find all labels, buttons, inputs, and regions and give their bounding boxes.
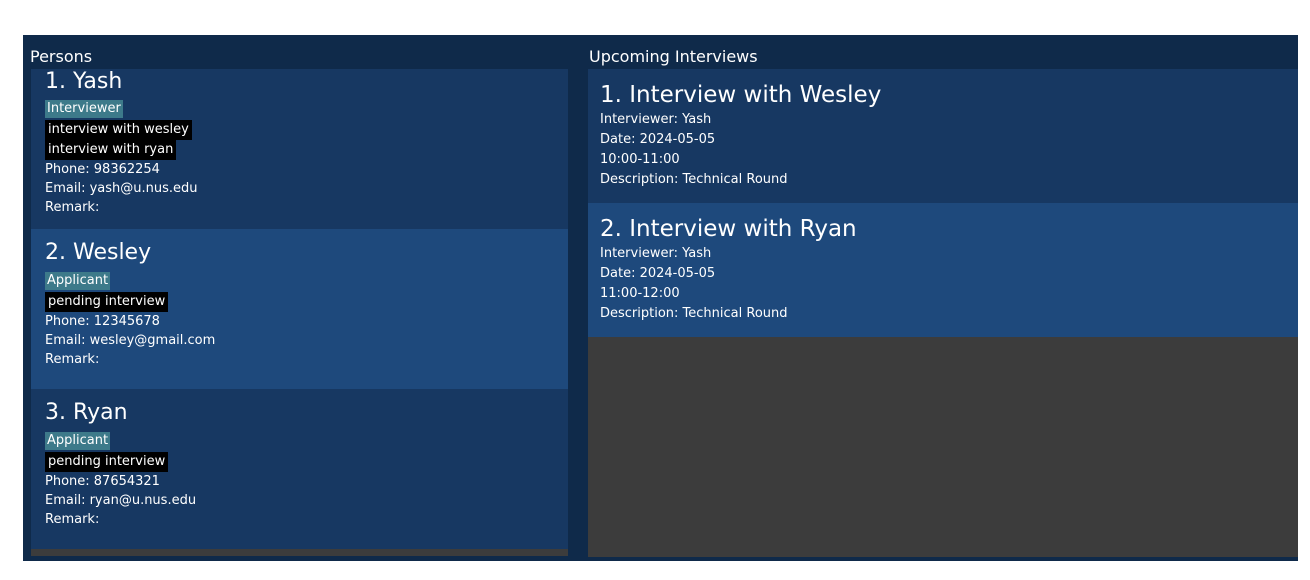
interviews-pane: Upcoming Interviews 1. Interview with We… — [582, 35, 1298, 561]
person-remark: Remark: — [45, 512, 100, 527]
interview-card[interactable]: 1. Interview with Wesley Interviewer: Ya… — [588, 69, 1298, 203]
role-badge: Interviewer — [45, 100, 123, 118]
main-window: Persons 1. Yash Interviewer interview wi… — [23, 35, 1298, 561]
person-card[interactable]: 1. Yash Interviewer interview with wesle… — [31, 69, 568, 229]
person-phone: Phone: 87654321 — [45, 474, 160, 489]
interview-card[interactable]: 2. Interview with Ryan Interviewer: Yash… — [588, 203, 1298, 337]
interview-time: 10:00-11:00 — [600, 152, 680, 167]
person-remark: Remark: — [45, 200, 100, 215]
person-remark: Remark: — [45, 352, 100, 367]
person-card[interactable]: 2. Wesley Applicant pending interview Ph… — [31, 229, 568, 389]
interview-title: 2. Interview with Ryan — [600, 216, 857, 242]
tag: pending interview — [45, 452, 169, 472]
interview-interviewer: Interviewer: Yash — [600, 246, 712, 261]
person-email: Email: ryan@u.nus.edu — [45, 493, 197, 508]
person-email: Email: yash@u.nus.edu — [45, 181, 198, 196]
person-phone: Phone: 98362254 — [45, 162, 160, 177]
interviews-list[interactable]: 1. Interview with Wesley Interviewer: Ya… — [588, 69, 1298, 557]
role-badge: Applicant — [45, 432, 111, 450]
tag: interview with ryan — [45, 140, 177, 160]
person-phone: Phone: 12345678 — [45, 314, 160, 329]
person-name: 3. Ryan — [45, 400, 128, 425]
role-badge: Applicant — [45, 272, 111, 290]
interview-time: 11:00-12:00 — [600, 286, 680, 301]
interview-description: Description: Technical Round — [600, 306, 788, 321]
person-email: Email: wesley@gmail.com — [45, 333, 216, 348]
person-name: 2. Wesley — [45, 240, 152, 265]
persons-pane-title: Persons — [30, 47, 93, 66]
tag: interview with wesley — [45, 120, 192, 140]
interview-description: Description: Technical Round — [600, 172, 788, 187]
tag: pending interview — [45, 292, 169, 312]
interview-interviewer: Interviewer: Yash — [600, 112, 712, 127]
person-card[interactable]: 3. Ryan Applicant pending interview Phon… — [31, 389, 568, 549]
persons-list[interactable]: 1. Yash Interviewer interview with wesle… — [31, 69, 568, 556]
interview-date: Date: 2024-05-05 — [600, 132, 716, 147]
person-name: 1. Yash — [45, 69, 123, 94]
interviews-pane-title: Upcoming Interviews — [589, 47, 758, 66]
persons-pane: Persons 1. Yash Interviewer interview wi… — [23, 35, 574, 561]
interview-title: 1. Interview with Wesley — [600, 82, 882, 108]
interview-date: Date: 2024-05-05 — [600, 266, 716, 281]
